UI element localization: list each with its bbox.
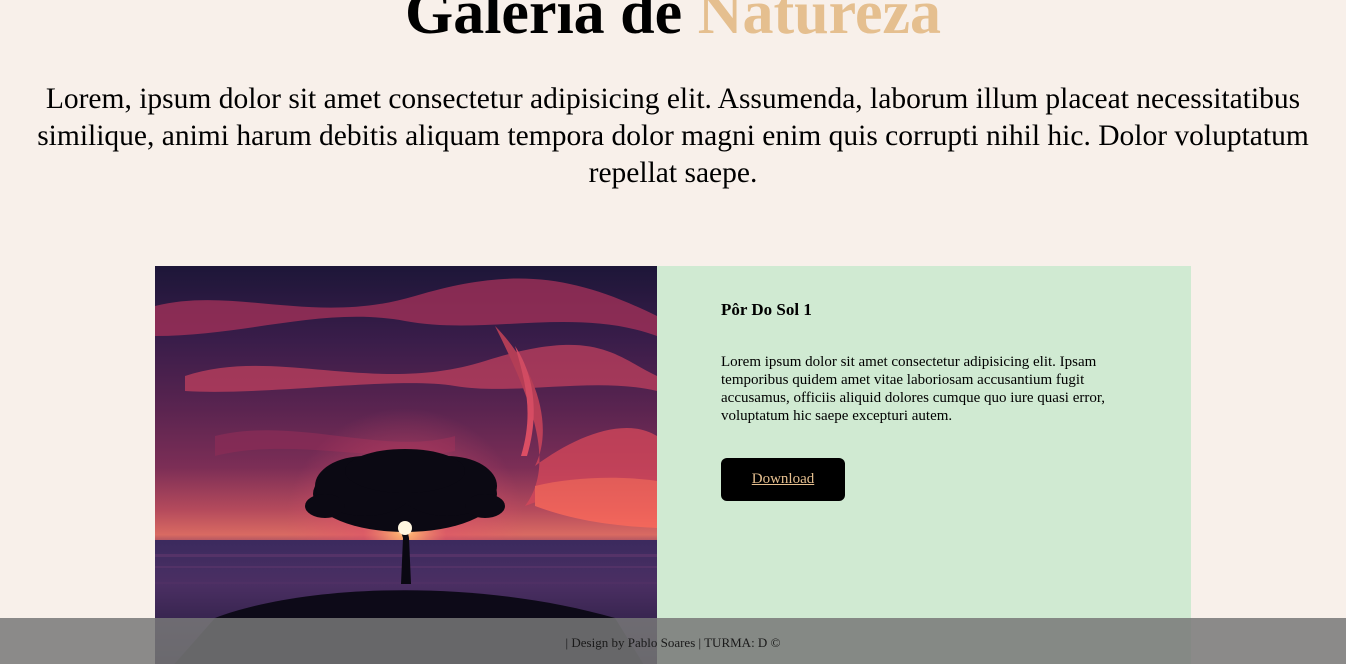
card-description: Lorem ipsum dolor sit amet consectetur a…	[721, 354, 1106, 424]
sunset-tree-image	[155, 266, 657, 664]
page-title-main: Galeria de	[404, 0, 683, 47]
footer-credit: | Design by Pablo Soares | TURMA: D ©	[565, 635, 781, 650]
gallery-card: Pôr Do Sol 1 Lorem ipsum dolor sit amet …	[155, 266, 1191, 664]
page-title-accent: Natureza	[697, 0, 942, 47]
footer: | Design by Pablo Soares | TURMA: D ©	[0, 618, 1346, 664]
card-details-panel: Pôr Do Sol 1 Lorem ipsum dolor sit amet …	[657, 266, 1191, 664]
sunset-tree-illustration	[155, 278, 657, 664]
page-title: Galeria de Natureza	[0, 0, 1346, 44]
page: Galeria de Natureza Lorem, ipsum dolor s…	[0, 0, 1346, 664]
card-title: Pôr Do Sol 1	[721, 300, 812, 319]
download-button[interactable]: Download	[721, 458, 845, 501]
intro-paragraph: Lorem, ipsum dolor sit amet consectetur …	[37, 83, 1309, 189]
